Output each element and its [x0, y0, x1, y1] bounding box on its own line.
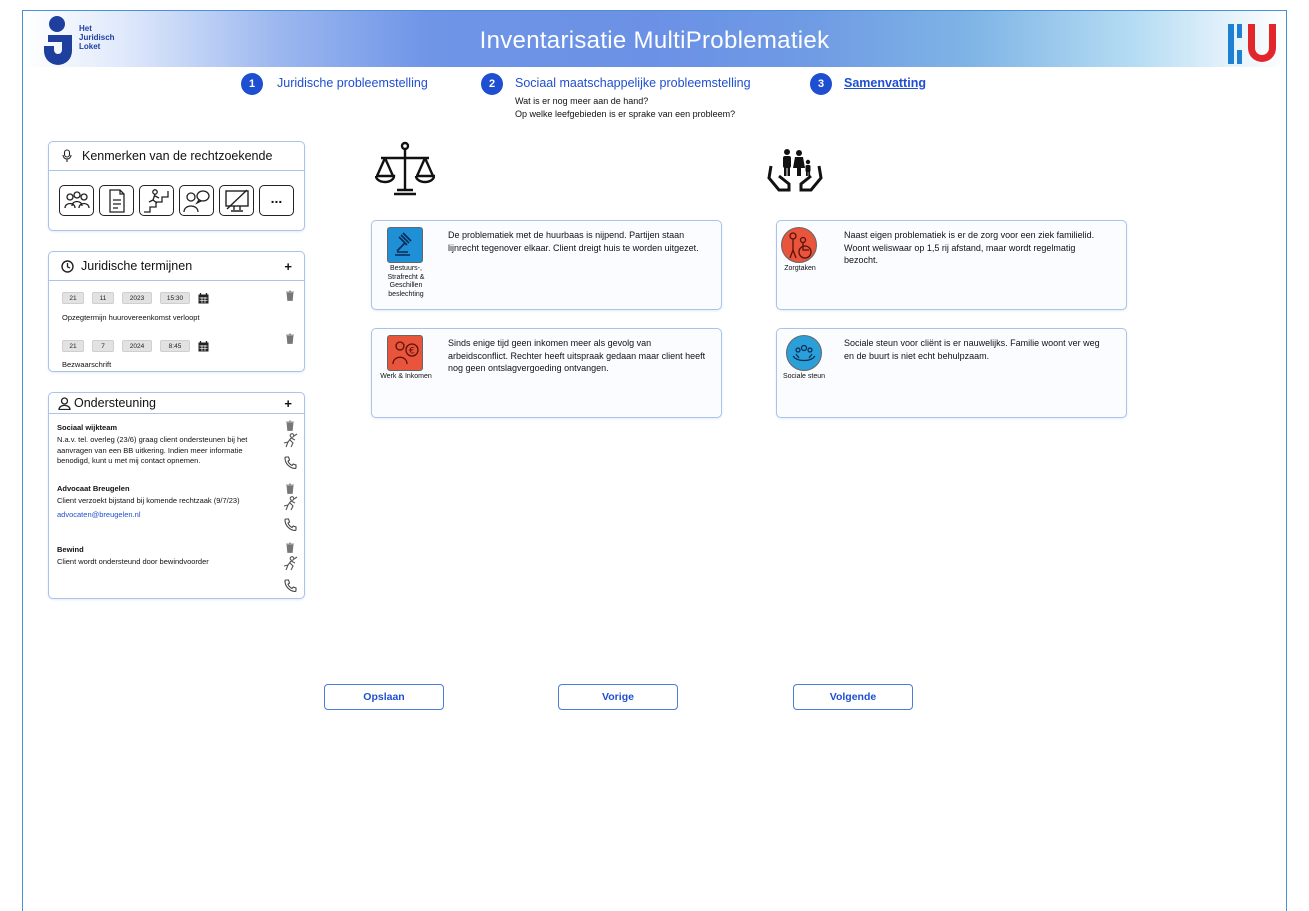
termijn-label: Bezwaarschrift [62, 360, 112, 369]
problem-category: Bestuurs-, Strafrecht & Geschillen besle… [387, 265, 425, 298]
day-field[interactable]: 21 [62, 292, 84, 304]
problem-text: De problematiek met de huurbaas is nijpe… [448, 230, 699, 253]
people-talking-icon[interactable] [179, 185, 214, 216]
phone-icon[interactable] [284, 518, 297, 531]
termijn-label: Opzegtermijn huurovereenkomst verloopt [62, 313, 200, 322]
add-ondersteuning-button[interactable]: + [284, 396, 292, 411]
header-bar: Inventarisatie MultiProblematiek [23, 11, 1286, 67]
termijnen-header: Juridische termijnen + [49, 252, 304, 281]
step-2-subtitle: Wat is er nog meer aan de hand? Op welke… [515, 96, 736, 119]
microphone-icon [62, 149, 72, 162]
group-people-icon[interactable] [59, 185, 94, 216]
trash-icon[interactable] [285, 542, 295, 553]
person-running-icon[interactable] [282, 496, 298, 511]
step-number: 3 [810, 73, 832, 95]
kenmerken-card: Kenmerken van de rechtzoekende ... [48, 141, 305, 231]
work-income-icon: € [387, 335, 423, 371]
page-title: Inventarisatie MultiProblematiek [479, 27, 830, 54]
no-computer-icon[interactable] [219, 185, 254, 216]
time-field[interactable]: 15:30 [160, 292, 190, 304]
support-text: Client wordt ondersteund door bewindvoor… [57, 557, 209, 566]
document-icon[interactable] [99, 185, 134, 216]
month-field[interactable]: 7 [92, 340, 114, 352]
hu-logo [1228, 24, 1276, 64]
step-1[interactable]: 1 Juridische probleemstelling [241, 73, 428, 95]
social-support-icon [786, 335, 822, 371]
phone-icon[interactable] [284, 456, 297, 469]
svg-text:€: € [409, 347, 415, 357]
step-label: Samenvatting [844, 76, 926, 90]
person-climbing-stairs-icon[interactable] [139, 185, 174, 216]
support-text: Client verzoekt bijstand bij komende rec… [57, 496, 240, 505]
ondersteuning-header: Ondersteuning + [49, 393, 304, 414]
kenmerken-header: Kenmerken van de rechtzoekende [49, 142, 304, 171]
trash-icon[interactable] [285, 420, 295, 431]
support-name: Sociaal wijkteam [57, 423, 118, 432]
step-label: Juridische probleemstelling [277, 76, 428, 90]
day-field[interactable]: 21 [62, 340, 84, 352]
year-field[interactable]: 2023 [122, 292, 152, 304]
add-termijn-button[interactable]: + [284, 259, 292, 274]
save-button[interactable]: Opslaan [324, 684, 444, 710]
termijn-date-row: 21 7 2024 8:45 [62, 340, 209, 352]
month-field[interactable]: 11 [92, 292, 114, 304]
kenmerken-title: Kenmerken van de rechtzoekende [82, 149, 273, 163]
person-running-icon[interactable] [282, 433, 298, 448]
problem-category: Zorgtaken [784, 265, 816, 272]
problem-text: Naast eigen problematiek is er de zorg v… [844, 230, 1095, 265]
problem-category: Werk & Inkomen [380, 373, 432, 380]
trash-icon[interactable] [285, 333, 295, 344]
termijnen-title: Juridische termijnen [81, 259, 193, 273]
support-email-link[interactable]: advocaten@breugelen.nl [57, 510, 141, 519]
caregiver-wheelchair-icon [781, 227, 817, 263]
more-button[interactable]: ... [259, 185, 294, 216]
problem-text: Sinds enige tijd geen inkomen meer als g… [448, 338, 706, 373]
support-name: Advocaat Breugelen [57, 484, 130, 493]
trash-icon[interactable] [285, 483, 295, 494]
problem-card[interactable]: Sociale steun Sociale steun voor cliënt … [776, 328, 1127, 418]
phone-icon[interactable] [284, 579, 297, 592]
clock-icon [61, 259, 74, 273]
problem-text: Sociale steun voor cliënt is er nauwelij… [844, 338, 1100, 361]
person-running-icon[interactable] [282, 556, 298, 571]
trash-icon[interactable] [285, 290, 295, 301]
termijnen-card: Juridische termijnen + [48, 251, 305, 372]
logo-text: Het Juridisch Loket [79, 24, 115, 51]
step-3[interactable]: 3 Samenvatting [810, 73, 926, 95]
step-label: Sociaal maatschappelijke probleemstellin… [515, 76, 751, 90]
gavel-icon [387, 227, 423, 263]
next-button[interactable]: Volgende [793, 684, 913, 710]
user-icon [58, 396, 71, 410]
problem-card[interactable]: Bestuurs-, Strafrecht & Geschillen besle… [371, 220, 722, 310]
calendar-icon[interactable] [198, 340, 209, 352]
calendar-icon[interactable] [198, 292, 209, 304]
ondersteuning-title: Ondersteuning [74, 396, 157, 410]
problem-card[interactable]: € Werk & Inkomen Sinds enige tijd geen i… [371, 328, 722, 418]
year-field[interactable]: 2024 [122, 340, 152, 352]
scales-of-justice-icon [375, 141, 435, 196]
step-number: 1 [241, 73, 263, 95]
previous-button[interactable]: Vorige [558, 684, 678, 710]
time-field[interactable]: 8:45 [160, 340, 190, 352]
problem-card[interactable]: Zorgtaken Naast eigen problematiek is er… [776, 220, 1127, 310]
step-2[interactable]: 2 Sociaal maatschappelijke probleemstell… [481, 73, 751, 95]
support-text: N.a.v. tel. overleg (23/6) graag client … [57, 435, 248, 465]
termijn-date-row: 21 11 2023 15:30 [62, 292, 209, 304]
step-number: 2 [481, 73, 503, 95]
family-care-hands-icon [767, 149, 823, 192]
support-name: Bewind [57, 545, 84, 554]
problem-category: Sociale steun [782, 373, 826, 380]
